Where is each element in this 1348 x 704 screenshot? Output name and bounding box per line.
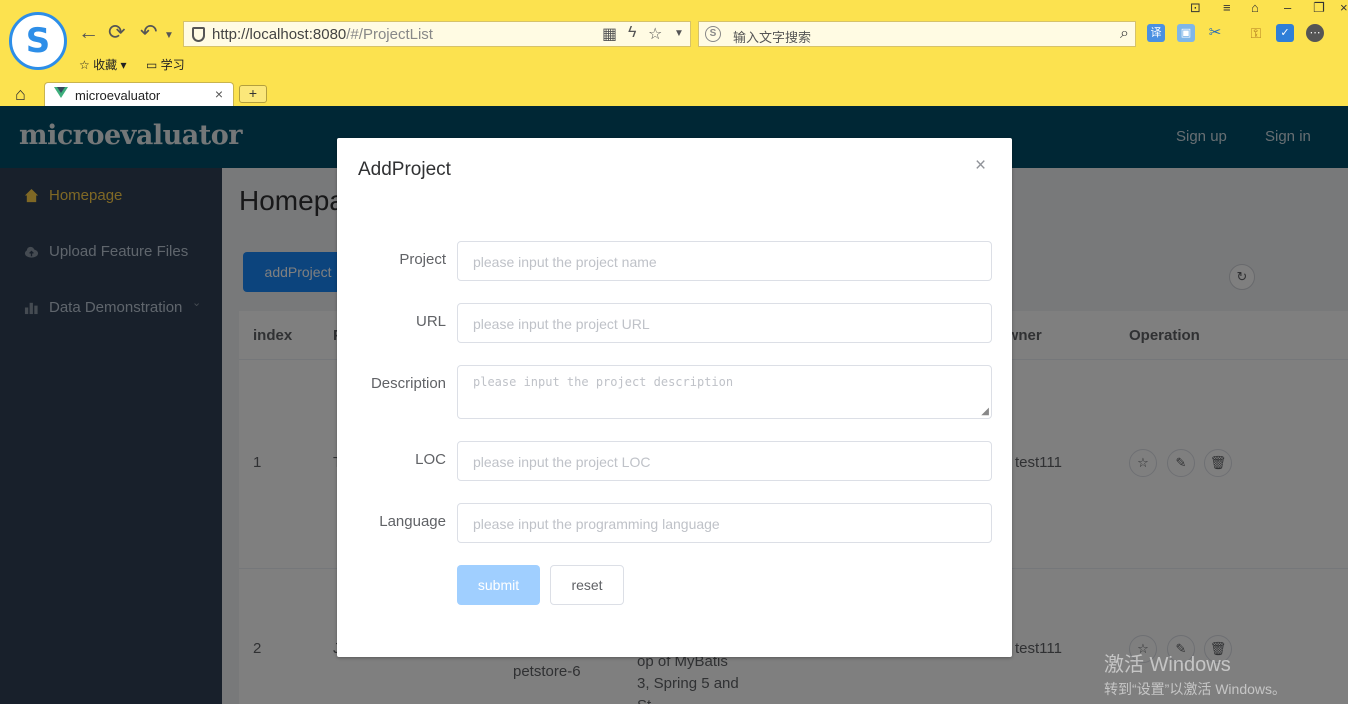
new-tab-button[interactable]: + [239, 85, 267, 103]
reading-mode-icon[interactable]: ⊡ [1190, 0, 1201, 16]
shield-check-icon[interactable]: ✓ [1276, 24, 1294, 42]
skin-icon[interactable]: ⌂ [1251, 0, 1259, 15]
security-shield-icon [192, 27, 205, 42]
tab-close-icon[interactable]: × [215, 86, 223, 102]
loc-label: LOC [415, 451, 446, 468]
watermark-line-1: 激活 Windows [1104, 654, 1231, 676]
project-loc-placeholder: please input the project LOC [473, 454, 651, 470]
description-label: Description [370, 375, 446, 392]
programming-language-input[interactable]: please input the programming language [457, 503, 992, 543]
programming-language-placeholder: please input the programming language [473, 516, 720, 532]
lightning-icon[interactable]: ϟ [628, 24, 636, 42]
clipboard-icon[interactable]: ▣ [1177, 24, 1195, 42]
windows-activation-watermark: 激活 Windows 转到“设置”以激活 Windows。 [1104, 648, 1286, 699]
project-loc-input[interactable]: please input the project LOC [457, 441, 992, 481]
browser-home-icon[interactable]: ⌂ [15, 84, 26, 105]
address-dropdown-icon[interactable]: ▼ [674, 28, 684, 39]
tab-title: microevaluator [75, 88, 161, 103]
project-url-input[interactable]: please input the project URL [457, 303, 992, 343]
submit-button[interactable]: submit [457, 565, 540, 605]
browser-logo-icon: S [9, 12, 67, 70]
back-arrow-icon[interactable]: ← [78, 20, 99, 46]
bookmark-favorites[interactable]: ☆ 收藏 ▾ [79, 56, 126, 73]
undo-icon[interactable]: ↶ [140, 20, 158, 46]
language-label: Language [379, 513, 446, 530]
star-icon[interactable]: ☆ [648, 24, 662, 44]
restore-icon[interactable]: ❐ [1313, 0, 1325, 16]
dialog-title: AddProject [358, 159, 451, 180]
address-url: http://localhost:8080/#/ProjectList [212, 26, 433, 43]
qr-code-icon[interactable]: ▦ [602, 24, 617, 44]
browser-tab[interactable]: microevaluator × [44, 82, 234, 106]
watermark-line-2: 转到“设置”以激活 Windows。 [1104, 681, 1287, 697]
project-description-placeholder: please input the project description [473, 375, 734, 389]
project-description-textarea[interactable]: please input the project description ◢ [457, 365, 992, 419]
close-window-icon[interactable]: × [1340, 0, 1348, 15]
project-name-input[interactable]: please input the project name [457, 241, 992, 281]
key-icon[interactable]: ⚿ [1247, 24, 1265, 42]
project-name-placeholder: please input the project name [473, 254, 657, 270]
add-project-dialog: AddProject × Project please input the pr… [337, 138, 1012, 657]
close-icon[interactable]: × [975, 156, 986, 176]
translate-icon[interactable]: 译 [1147, 24, 1165, 42]
search-icon[interactable]: ⌕ [1120, 25, 1129, 43]
address-bar[interactable]: http://localhost:8080/#/ProjectList ▦ ϟ … [183, 21, 691, 47]
resize-handle-icon[interactable]: ◢ [981, 407, 989, 417]
undo-dropdown-icon[interactable]: ▼ [164, 23, 174, 49]
url-label: URL [415, 313, 446, 330]
menu-icon[interactable]: ≡ [1223, 0, 1231, 15]
project-url-placeholder: please input the project URL [473, 316, 650, 332]
project-label: Project [399, 251, 446, 268]
search-engine-icon: S [705, 26, 721, 42]
browser-chrome: S ← ⟳ ↶ ▼ http://localhost:8080/#/Projec… [0, 0, 1348, 106]
more-icon[interactable]: ⋯ [1306, 24, 1324, 42]
vue-logo-icon [54, 87, 68, 98]
reset-button[interactable]: reset [550, 565, 624, 605]
scissors-icon[interactable]: ✂ [1206, 24, 1224, 42]
reload-icon[interactable]: ⟳ [108, 20, 126, 46]
bookmark-folder-study[interactable]: ▭ 学习 [146, 56, 185, 73]
browser-search-bar[interactable]: S 输入文字搜索 ⌕ [698, 21, 1136, 47]
minimize-icon[interactable]: – [1284, 0, 1291, 15]
browser-search-placeholder: 输入文字搜索 [733, 30, 812, 45]
